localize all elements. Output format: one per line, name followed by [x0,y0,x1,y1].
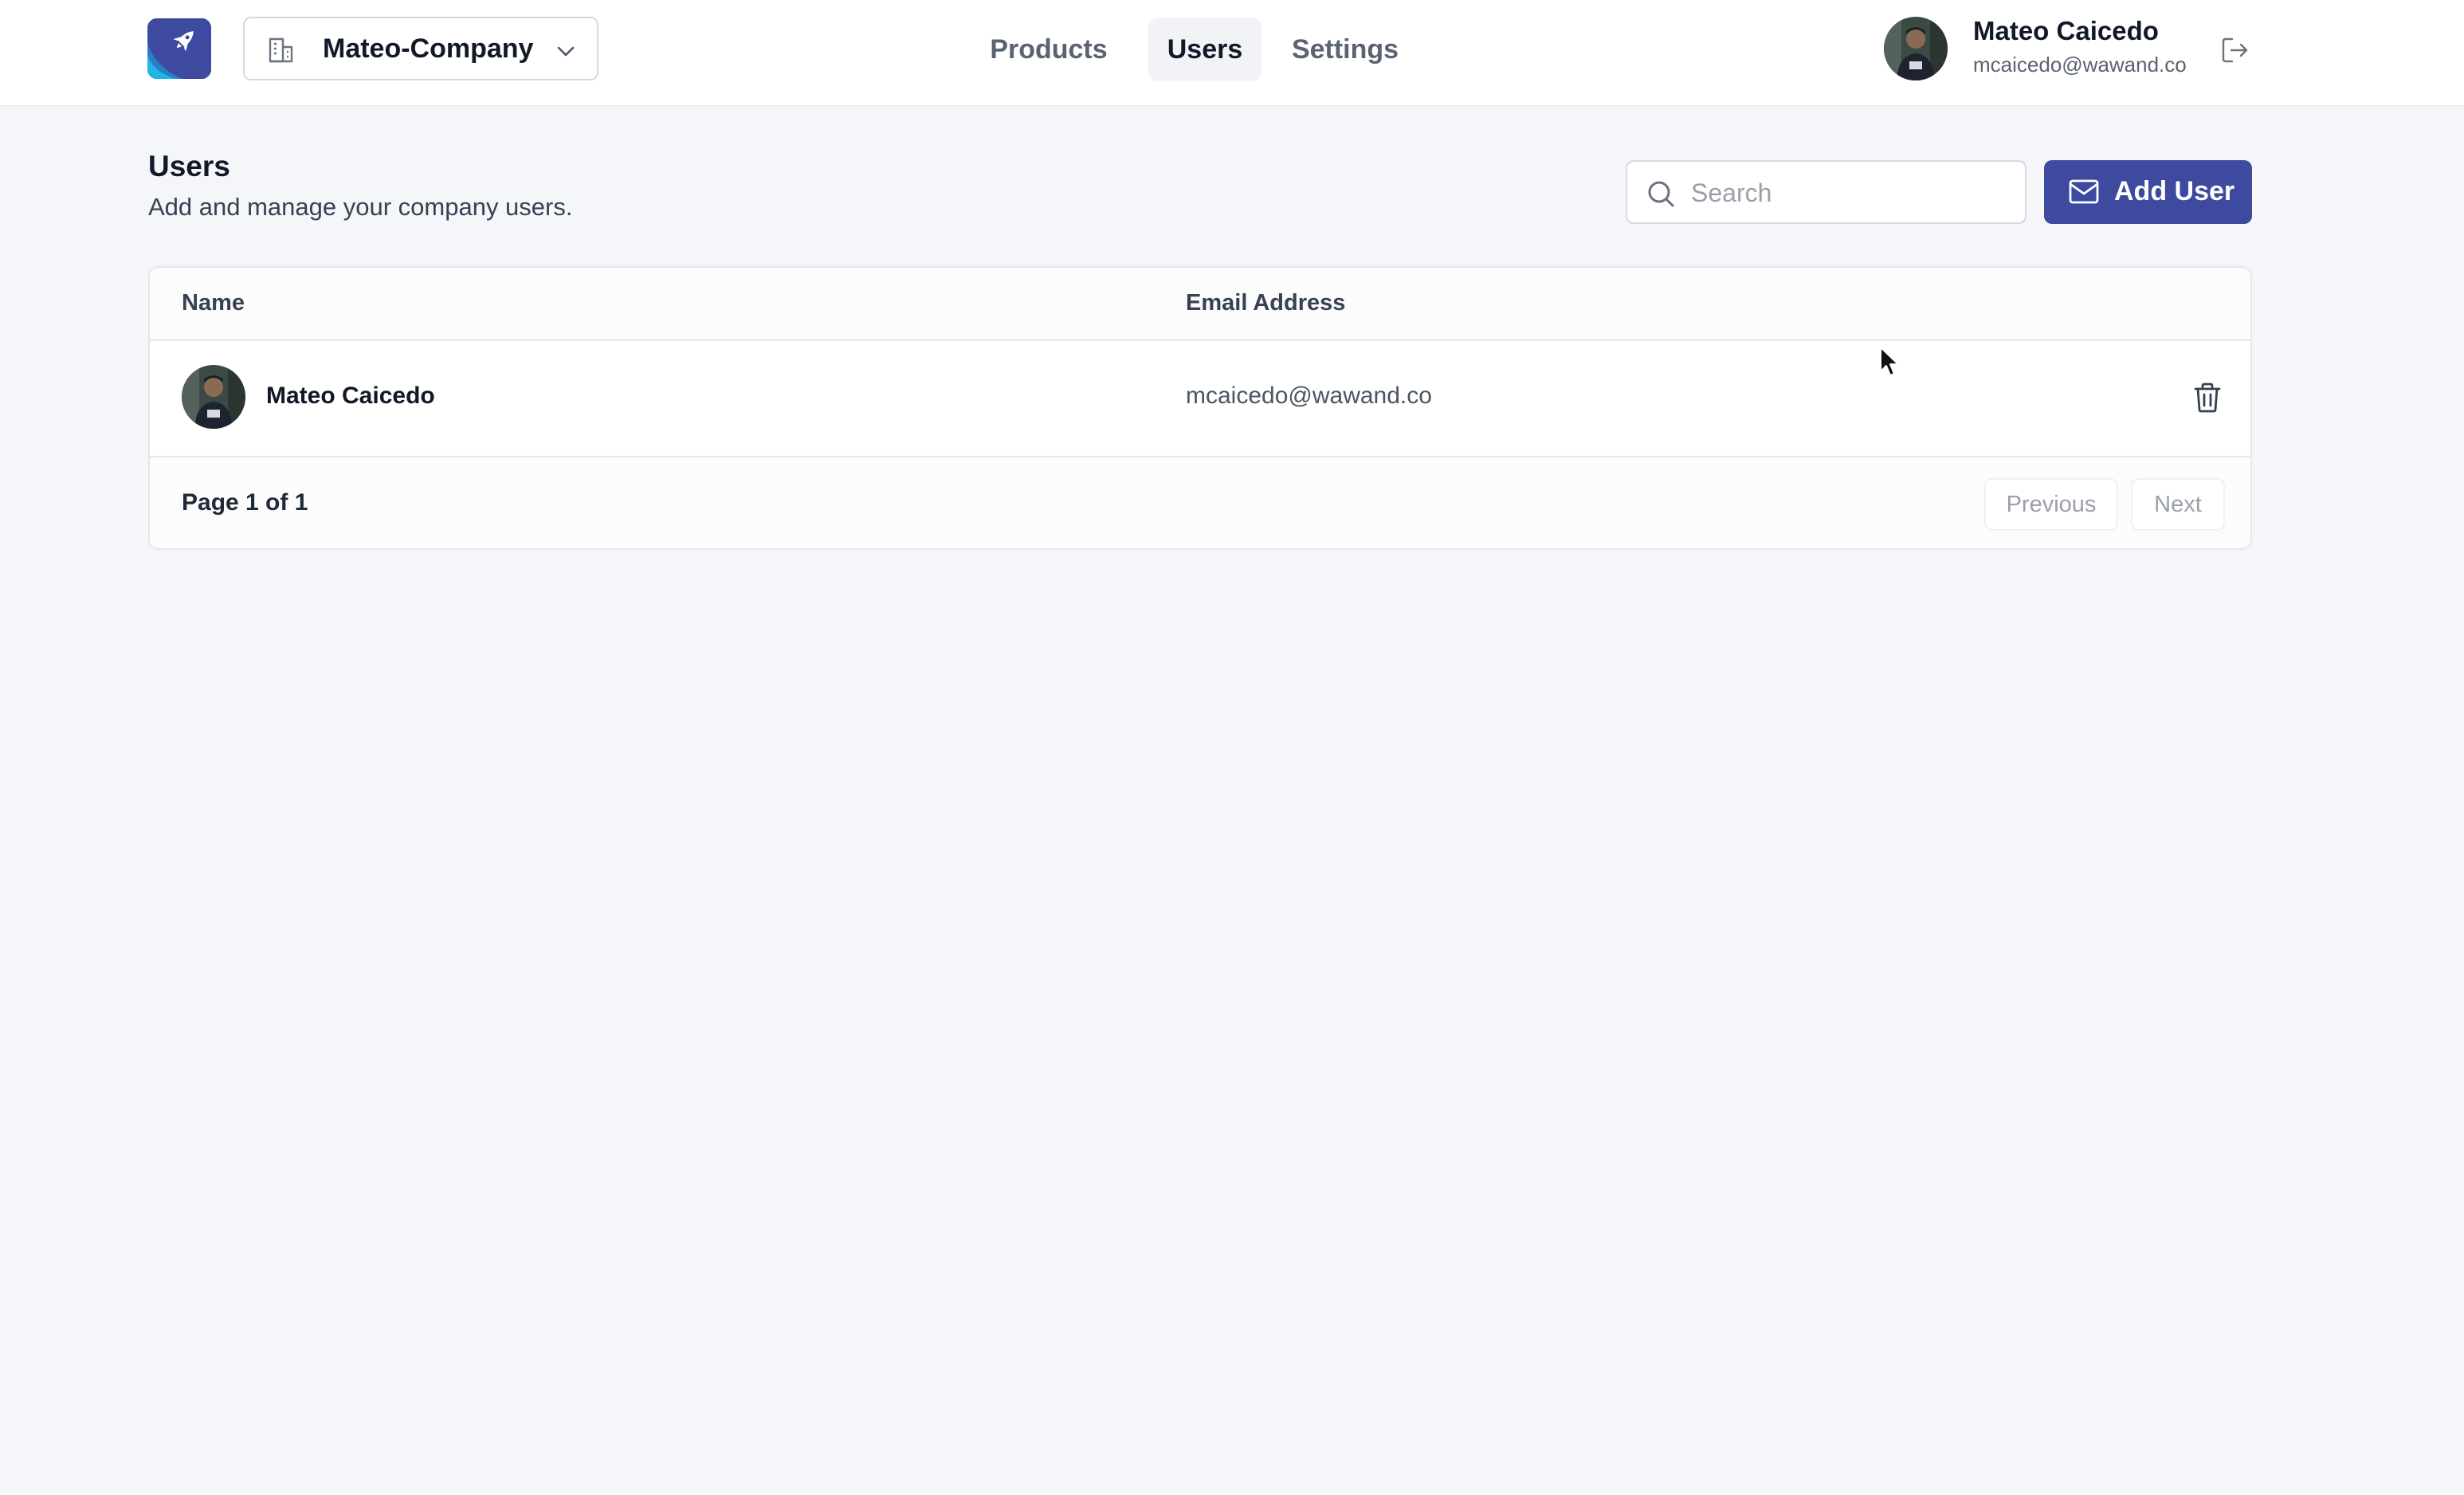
company-name: Mateo-Company [323,33,534,64]
building-icon [269,37,293,63]
page-info: Page 1 of 1 [182,489,308,516]
table-row[interactable]: Mateo Caicedo mcaicedo@wawand.co [150,341,2250,457]
rocket-logo-icon [147,18,211,79]
mail-icon [2069,179,2099,204]
nav-tab-settings[interactable]: Settings [1285,18,1406,81]
table-footer: Page 1 of 1 Previous Next [150,457,2250,548]
company-selector[interactable]: Mateo-Company [243,17,598,80]
avatar-photo [182,365,245,429]
search-box[interactable] [1626,160,2027,224]
cursor-icon [1880,347,1899,376]
row-user-name: Mateo Caicedo [266,383,435,409]
user-name: Mateo Caicedo [1973,16,2159,45]
column-header-email: Email Address [1186,290,1346,316]
trash-icon[interactable] [2191,381,2223,414]
previous-button[interactable]: Previous [1984,478,2118,531]
users-table: Name Email Address Mateo Caicedo mcaiced… [148,266,2252,550]
chevron-down-icon [557,46,575,57]
column-header-name: Name [182,290,245,316]
user-email: mcaicedo@wawand.co [1973,53,2187,77]
avatar [182,365,245,429]
user-avatar[interactable] [1884,17,1948,80]
top-bar: Mateo-Company Products Users Settings Ma… [0,0,2464,107]
app-logo[interactable] [147,18,211,79]
add-user-label: Add User [2114,176,2235,206]
avatar-photo [1884,17,1948,80]
nav-tab-products[interactable]: Products [988,18,1109,81]
page-title: Users [148,150,230,182]
search-input[interactable] [1689,170,2011,216]
search-icon [1648,181,1674,207]
page-subtitle: Add and manage your company users. [148,193,573,221]
table-header: Name Email Address [150,268,2250,341]
next-button[interactable]: Next [2131,478,2225,531]
logout-icon[interactable] [2220,35,2250,65]
add-user-button[interactable]: Add User [2044,160,2252,224]
nav-tab-users[interactable]: Users [1148,18,1261,81]
row-user-email: mcaicedo@wawand.co [1186,383,1432,409]
